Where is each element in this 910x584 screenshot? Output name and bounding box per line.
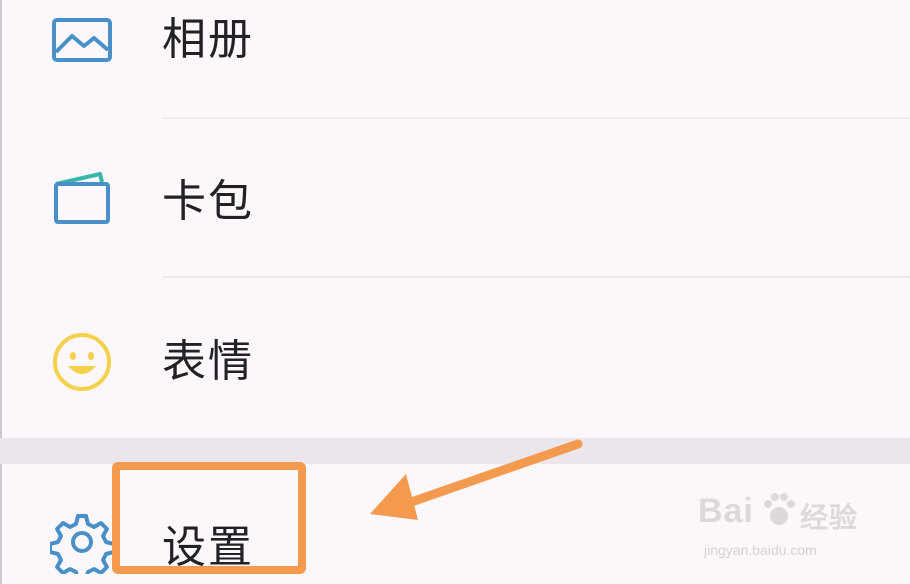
gear-icon (50, 514, 114, 574)
watermark-brand: Bai (698, 492, 754, 530)
menu-item-album[interactable]: 相册 (0, 0, 910, 118)
menu-item-album-label: 相册 (162, 14, 254, 65)
menu-item-stickers[interactable]: 表情 (0, 278, 910, 438)
paw-logo-icon (764, 493, 795, 525)
watermark-url: jingyan.baidu.com (704, 542, 817, 558)
highlight-box (112, 462, 306, 574)
menu-item-card-wallet[interactable]: 卡包 (0, 120, 910, 276)
menu-item-card-wallet-label: 卡包 (162, 176, 254, 227)
card-wallet-icon (54, 172, 110, 224)
photo-album-icon (52, 18, 112, 62)
divider (162, 117, 910, 119)
watermark: Bai 经验 jingyan.baidu.com (698, 492, 878, 572)
watermark-brand-cn: 经验 (800, 502, 859, 533)
pointer-arrow-icon (370, 439, 583, 520)
menu-item-stickers-label: 表情 (162, 336, 254, 387)
smiley-icon (53, 333, 111, 391)
